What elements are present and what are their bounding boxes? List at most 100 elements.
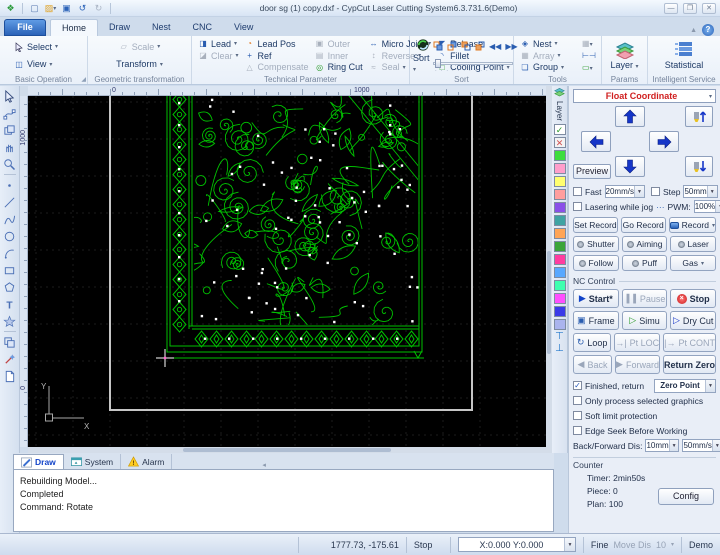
preview-button[interactable]: Preview: [573, 164, 611, 179]
pan-icon[interactable]: [2, 139, 18, 155]
rect-icon[interactable]: [2, 262, 18, 278]
back-forward-speed-dropdown[interactable]: 50mm/s▼: [682, 439, 720, 452]
layer-color-swatch-3[interactable]: [554, 176, 566, 187]
step-dropdown[interactable]: 50mm▼: [683, 185, 717, 198]
tab-nest[interactable]: Nest: [141, 19, 182, 36]
restore-button[interactable]: ❐: [683, 3, 697, 14]
follow-up-icon[interactable]: ⊤: [555, 332, 564, 342]
tab-console-alarm[interactable]: ! Alarm: [121, 454, 172, 469]
jog-left-button[interactable]: [581, 131, 611, 152]
tab-home[interactable]: Home: [50, 19, 98, 36]
gas-button[interactable]: Gas▾: [670, 255, 716, 271]
text-icon[interactable]: T: [2, 296, 18, 312]
sort-order1-icon[interactable]: [433, 41, 443, 51]
line-icon[interactable]: [2, 194, 18, 210]
layer-color-swatch-4[interactable]: [554, 189, 566, 200]
sort-order4-icon[interactable]: [475, 41, 485, 51]
frame-button[interactable]: ▣Frame: [573, 311, 619, 330]
layer-button[interactable]: Layer ▾: [605, 38, 644, 73]
minimize-button[interactable]: —: [664, 3, 678, 14]
pt-loc-button[interactable]: →|Pt LOC: [614, 333, 660, 352]
sort-order3-icon[interactable]: [461, 41, 471, 51]
select-button[interactable]: Select▾: [11, 41, 61, 53]
view-button[interactable]: ◫View▾: [11, 58, 55, 70]
pt-cont-button[interactable]: |→Pt CONT: [663, 333, 716, 352]
start-button[interactable]: ▶Start*: [573, 289, 619, 308]
back-forward-dis-dropdown[interactable]: 10mm▼: [645, 439, 679, 452]
jog-up-button[interactable]: [615, 106, 645, 127]
ring-cut-button[interactable]: ◎Ring Cut: [312, 61, 366, 73]
layer-color-swatch-1[interactable]: [554, 150, 566, 161]
open-file-icon[interactable]: ▨▾: [44, 2, 57, 14]
go-record-button[interactable]: Go Record: [621, 217, 666, 233]
ref-button[interactable]: +Ref: [242, 50, 312, 62]
layer-color-swatch-8[interactable]: [554, 241, 566, 252]
layer-color-swatch-9[interactable]: [554, 254, 566, 265]
layer-color-swatch-12[interactable]: [554, 293, 566, 304]
nest-button[interactable]: ◈Nest▾: [517, 38, 576, 50]
lead-pos-button[interactable]: ◔Lead Pos: [242, 38, 312, 50]
measure-icon[interactable]: [2, 351, 18, 367]
record-button[interactable]: Record▾: [669, 217, 716, 233]
edge-seek-checkbox[interactable]: [573, 426, 582, 435]
message-console[interactable]: Rebuilding Model...CompletedCommand: Rot…: [13, 470, 554, 532]
drawing-canvas[interactable]: YX: [28, 96, 546, 447]
select-tool-icon[interactable]: [2, 88, 18, 104]
only-process-checkbox[interactable]: [573, 396, 582, 405]
laser-button[interactable]: Laser: [670, 236, 716, 252]
layers-small-icon[interactable]: [553, 87, 566, 98]
tab-console-draw[interactable]: Draw: [13, 454, 64, 469]
new-doc-icon[interactable]: [2, 368, 18, 384]
collapse-ribbon-icon[interactable]: ▲: [690, 27, 697, 34]
tab-scroll-left-icon[interactable]: ◂: [262, 461, 266, 469]
arc-icon[interactable]: [2, 245, 18, 261]
layer-color-swatch-13[interactable]: [554, 306, 566, 317]
tab-cnc[interactable]: CNC: [182, 19, 224, 36]
layer-color-swatch-11[interactable]: [554, 280, 566, 291]
shutter-button[interactable]: Shutter: [573, 236, 619, 252]
close-button[interactable]: ✕: [702, 3, 716, 14]
lasering-more-icon[interactable]: ···: [656, 202, 665, 212]
point-icon[interactable]: [2, 177, 18, 193]
follow-down-icon[interactable]: ⊥: [555, 344, 564, 354]
stop-button[interactable]: ×Stop: [670, 289, 716, 308]
outer-button[interactable]: ▣Outer: [312, 38, 366, 50]
file-menu-button[interactable]: File: [4, 19, 46, 36]
jog-right-button[interactable]: [649, 131, 679, 152]
layer-color-swatch-14[interactable]: [554, 319, 566, 330]
lead-button[interactable]: ◨Lead▾: [195, 38, 242, 50]
aiming-button[interactable]: Aiming: [622, 236, 668, 252]
new-file-icon[interactable]: ▢: [28, 2, 41, 14]
group-button[interactable]: ❏Group▾: [517, 61, 576, 73]
jog-down-button[interactable]: [615, 156, 645, 177]
pwm-dropdown[interactable]: 100%▼: [694, 200, 720, 213]
forward-button[interactable]: ▶Forward: [615, 355, 660, 374]
sort-order2-icon[interactable]: [447, 41, 457, 51]
loop-button[interactable]: ↻Loop: [573, 333, 611, 352]
finished-return-checkbox[interactable]: ✓: [573, 381, 582, 390]
back-button[interactable]: ◀Back: [573, 355, 612, 374]
fast-speed-dropdown[interactable]: 20mm/s▼: [605, 185, 645, 198]
move-dis-value[interactable]: 10: [656, 540, 666, 550]
help-icon[interactable]: ?: [702, 24, 714, 36]
tab-draw[interactable]: Draw: [98, 19, 141, 36]
polyline-icon[interactable]: [2, 211, 18, 227]
layer-color-swatch-7[interactable]: [554, 228, 566, 239]
polygon-icon[interactable]: [2, 279, 18, 295]
puff-button[interactable]: Puff: [622, 255, 668, 271]
combine-icon[interactable]: [2, 334, 18, 350]
layer-disabled-swatch[interactable]: ✕: [554, 137, 566, 148]
follow-button[interactable]: Follow: [573, 255, 619, 271]
clear-button[interactable]: ◪Clear▾: [195, 50, 242, 62]
zero-point-dropdown[interactable]: Zero Point▼: [654, 379, 716, 393]
simu-button[interactable]: ▷Simu: [622, 311, 668, 330]
tab-console-system[interactable]: System: [64, 454, 121, 469]
node-edit-icon[interactable]: [2, 105, 18, 121]
layer-color-swatch-2[interactable]: [554, 163, 566, 174]
array-button[interactable]: ▦Array▾: [517, 50, 576, 62]
nozzle-up-button[interactable]: [685, 106, 713, 127]
sort-prev-icon[interactable]: ◀◀: [489, 42, 501, 51]
circle-icon[interactable]: [2, 228, 18, 244]
layer-color-swatch-6[interactable]: [554, 215, 566, 226]
tab-view[interactable]: View: [223, 19, 264, 36]
